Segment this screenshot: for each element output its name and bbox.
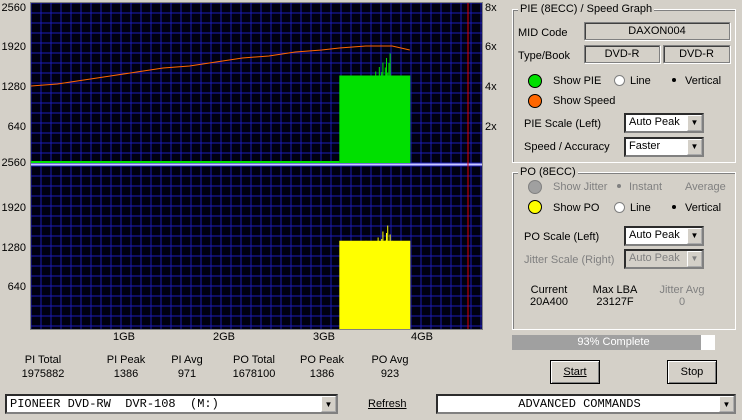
- jitter-avg: Jitter Avg 0: [659, 284, 705, 308]
- po-vertical-label[interactable]: Vertical: [685, 202, 721, 214]
- chevron-down-icon[interactable]: ▼: [687, 139, 702, 155]
- pie-line-label[interactable]: Line: [630, 75, 651, 87]
- jitter-scale-label: Jitter Scale (Right): [524, 254, 615, 266]
- chevron-down-icon[interactable]: ▼: [719, 396, 734, 412]
- type-book-label: Type/Book: [518, 50, 570, 62]
- po-y-label: 1280: [1, 242, 26, 254]
- show-po-label[interactable]: Show PO: [553, 202, 599, 214]
- po-color-swatch[interactable]: [528, 200, 542, 214]
- type-value: DVD-R: [584, 45, 660, 63]
- pie-y-label: 2560: [1, 2, 26, 14]
- jitter-average-label: Average: [685, 181, 726, 193]
- show-speed-label[interactable]: Show Speed: [553, 95, 615, 107]
- pie-y-label: 640: [7, 121, 26, 133]
- pie-line-radio[interactable]: [614, 75, 625, 86]
- speed-accuracy-label: Speed / Accuracy: [524, 141, 610, 153]
- jitter-instant-label: Instant: [629, 181, 663, 193]
- stat-po-avg: PO Avg 923: [371, 354, 409, 380]
- advanced-commands-select[interactable]: ADVANCED COMMANDS ▼: [436, 394, 736, 414]
- pie-panel-title: PIE (8ECC) / Speed Graph: [518, 3, 655, 15]
- stat-po-peak: PO Peak 1386: [299, 354, 345, 380]
- pie-vertical-label[interactable]: Vertical: [685, 75, 721, 87]
- chevron-down-icon[interactable]: ▼: [321, 396, 336, 412]
- pie-y-label: 1280: [1, 81, 26, 93]
- jitter-scale-select: Auto Peak ▼: [624, 249, 704, 269]
- stat-po-total: PO Total 1678100: [232, 354, 276, 380]
- x-axis-label: 3GB: [312, 331, 335, 343]
- book-value: DVD-R: [663, 45, 730, 63]
- speed-y-label: 6x: [485, 41, 497, 53]
- show-pie-label[interactable]: Show PIE: [553, 75, 601, 87]
- graph-area: [30, 2, 483, 330]
- pie-bar: [392, 75, 411, 163]
- po-scale-label: PO Scale (Left): [524, 231, 600, 243]
- po-panel-title: PO (8ECC): [518, 166, 578, 178]
- refresh-link[interactable]: Refresh: [368, 398, 407, 410]
- po-y-label: 2560: [1, 157, 26, 169]
- po-y-label: 640: [7, 281, 26, 293]
- pie-y-label: 1920: [1, 41, 26, 53]
- stat-pi-total: PI Total 1975882: [21, 354, 65, 380]
- po-line-label[interactable]: Line: [630, 202, 651, 214]
- jitter-average-radio: [670, 181, 681, 192]
- po-line-radio[interactable]: [614, 202, 625, 213]
- chevron-down-icon[interactable]: ▼: [687, 115, 702, 131]
- start-button[interactable]: Start: [550, 360, 600, 384]
- x-axis-label: 2GB: [212, 331, 235, 343]
- progress-text: 93% Complete: [577, 336, 650, 348]
- speed-y-label: 2x: [485, 121, 497, 133]
- speed-accuracy-select[interactable]: Faster ▼: [624, 137, 704, 157]
- po-scale-select[interactable]: Auto Peak ▼: [624, 226, 704, 246]
- drive-select[interactable]: PIONEER DVD-RW DVR-108 (M:) ▼: [5, 394, 338, 414]
- pie-scale-label: PIE Scale (Left): [524, 118, 602, 130]
- chevron-down-icon: ▼: [687, 251, 702, 267]
- stop-button[interactable]: Stop: [667, 360, 717, 384]
- mid-code-label: MID Code: [518, 27, 568, 39]
- speed-y-label: 8x: [485, 2, 497, 14]
- jitter-color-swatch: [528, 180, 542, 194]
- show-jitter-label: Show Jitter: [553, 181, 608, 193]
- x-axis-label: 4GB: [410, 331, 433, 343]
- po-vertical-radio[interactable]: [669, 202, 680, 213]
- mid-code-value: DAXON004: [584, 22, 730, 40]
- max-lba: Max LBA 23127F: [592, 284, 638, 308]
- current-lba: Current 20A400: [530, 284, 568, 308]
- pie-color-swatch[interactable]: [528, 74, 542, 88]
- stat-pi-avg: PI Avg 971: [171, 354, 203, 380]
- jitter-instant-radio: [614, 181, 625, 192]
- graph-canvas: [30, 2, 482, 329]
- speed-y-label: 4x: [485, 81, 497, 93]
- speed-color-swatch[interactable]: [528, 94, 542, 108]
- chevron-down-icon[interactable]: ▼: [687, 228, 702, 244]
- stat-pi-peak: PI Peak 1386: [106, 354, 146, 380]
- progress-bar: 93% Complete: [512, 335, 715, 350]
- po-bar: [392, 240, 411, 329]
- pie-vertical-radio[interactable]: [669, 75, 680, 86]
- po-graph-bg: [31, 166, 482, 329]
- x-axis-label: 1GB: [112, 331, 135, 343]
- pie-scale-select[interactable]: Auto Peak ▼: [624, 113, 704, 133]
- po-y-label: 1920: [1, 202, 26, 214]
